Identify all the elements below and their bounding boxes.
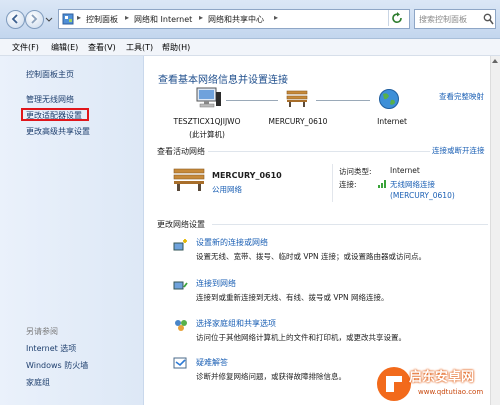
view-full-map-link[interactable]: 查看完整映射 [439, 91, 484, 102]
access-type-label: 访问类型: [339, 167, 372, 176]
bench-network-icon [173, 168, 205, 191]
watermark-title: 启东安卓网 [409, 370, 475, 385]
active-network-name: MERCURY_0610 [212, 171, 282, 180]
computer-icon [196, 87, 221, 108]
task-connect-network-desc: 连接到或重新连接到无线、有线、拨号或 VPN 网络连接。 [196, 293, 389, 302]
sidebar-item-advanced-sharing[interactable]: 更改高级共享设置 [26, 126, 90, 137]
map-connector-line [316, 100, 370, 101]
sidebar-internet-options[interactable]: Internet 选项 [26, 343, 76, 354]
menu-edit[interactable]: 编辑(E) [51, 42, 78, 53]
menu-help[interactable]: 帮助(H) [162, 42, 190, 53]
back-button[interactable] [6, 10, 25, 29]
menu-bar: 文件(F) 编辑(E) 查看(V) 工具(T) 帮助(H) [0, 39, 500, 56]
highlight-box [21, 108, 89, 121]
map-computer-name: TESZTICX1QJIJWO [173, 117, 241, 126]
homegroup-icon [175, 320, 187, 331]
chevron-down-icon [45, 17, 53, 22]
menu-file[interactable]: 文件(F) [12, 42, 39, 53]
connect-disconnect-link[interactable]: 连接或断开连接 [432, 145, 485, 156]
sidebar-windows-firewall[interactable]: Windows 防火墙 [26, 360, 88, 371]
breadcrumb-separator-icon: ▸ [274, 13, 279, 22]
task-connect-network-link[interactable]: 连接到网络 [196, 278, 236, 289]
wireless-connection-link[interactable]: 无线网络连接 [390, 179, 435, 190]
recent-pages-dropdown[interactable] [45, 16, 53, 22]
task-setup-connection-link[interactable]: 设置新的连接或网络 [196, 237, 268, 248]
task-setup-connection-desc: 设置无线、宽带、拨号、临时或 VPN 连接；或设置路由器或访问点。 [196, 252, 427, 261]
divider [208, 151, 430, 152]
connect-network-icon [173, 281, 188, 290]
forward-button[interactable] [25, 10, 44, 29]
search-icon[interactable] [483, 13, 494, 25]
address-bar: ▸ 控制面板 ▸ 网络和 Internet ▸ 网络和共享中心 ▸ 搜索控制面板 [0, 0, 500, 39]
search-input[interactable]: 搜索控制面板 [414, 9, 496, 29]
breadcrumb-separator-icon: ▸ [77, 13, 82, 22]
active-networks-heading: 查看活动网络 [157, 147, 205, 156]
control-panel-icon [62, 13, 74, 25]
access-type-value: Internet [390, 166, 420, 175]
map-connector-line [226, 100, 278, 101]
menu-view[interactable]: 查看(V) [88, 42, 116, 53]
breadcrumb-network-sharing[interactable]: 网络和共享中心 [208, 14, 264, 25]
network-type-link[interactable]: 公用网络 [212, 184, 242, 195]
task-homegroup-link[interactable]: 选择家庭组和共享选项 [196, 318, 276, 329]
change-settings-heading: 更改网络设置 [157, 220, 205, 229]
map-computer-sub: (此计算机) [189, 130, 225, 139]
scroll-up-icon[interactable] [491, 57, 499, 65]
bench-network-icon [286, 90, 308, 107]
sidebar-control-panel-home[interactable]: 控制面板主页 [26, 69, 74, 80]
breadcrumb-network-internet[interactable]: 网络和 Internet [134, 14, 192, 25]
map-internet: Internet [377, 117, 407, 126]
sidebar-homegroup[interactable]: 家庭组 [26, 377, 50, 388]
page-title: 查看基本网络信息并设置连接 [158, 75, 288, 86]
divider [212, 224, 488, 225]
search-placeholder: 搜索控制面板 [419, 15, 467, 24]
vertical-scrollbar[interactable] [490, 56, 500, 405]
map-network-name: MERCURY_0610 [268, 117, 328, 126]
refresh-icon [392, 12, 402, 23]
see-also-heading: 另请参阅 [26, 327, 58, 336]
task-homegroup-desc: 访问位于其他网络计算机上的文件和打印机，或更改共享设置。 [196, 333, 406, 342]
new-connection-icon [173, 239, 187, 251]
signal-bars-icon [378, 180, 386, 188]
back-arrow-icon [11, 14, 18, 24]
task-troubleshoot-link[interactable]: 疑难解答 [196, 357, 228, 368]
troubleshoot-icon [173, 357, 187, 369]
connection-label: 连接: [339, 180, 357, 189]
sidebar-item-manage-wireless[interactable]: 管理无线网络 [26, 94, 74, 105]
breadcrumb-control-panel[interactable]: 控制面板 [86, 14, 118, 25]
breadcrumb-separator-icon: ▸ [199, 13, 204, 22]
wireless-connection-ssid[interactable]: (MERCURY_0610) [390, 191, 455, 200]
forward-arrow-icon [31, 14, 38, 24]
globe-icon [379, 89, 399, 109]
task-troubleshoot-desc: 诊断并修复网络问题，或获得故障排除信息。 [196, 372, 346, 381]
refresh-button[interactable] [388, 10, 407, 26]
breadcrumb-separator-icon: ▸ [125, 13, 130, 22]
address-field[interactable]: ▸ 控制面板 ▸ 网络和 Internet ▸ 网络和共享中心 ▸ [58, 9, 443, 29]
menu-tools[interactable]: 工具(T) [126, 42, 153, 53]
divider [332, 164, 333, 202]
watermark-url: www.qdtutiao.com [418, 388, 484, 396]
